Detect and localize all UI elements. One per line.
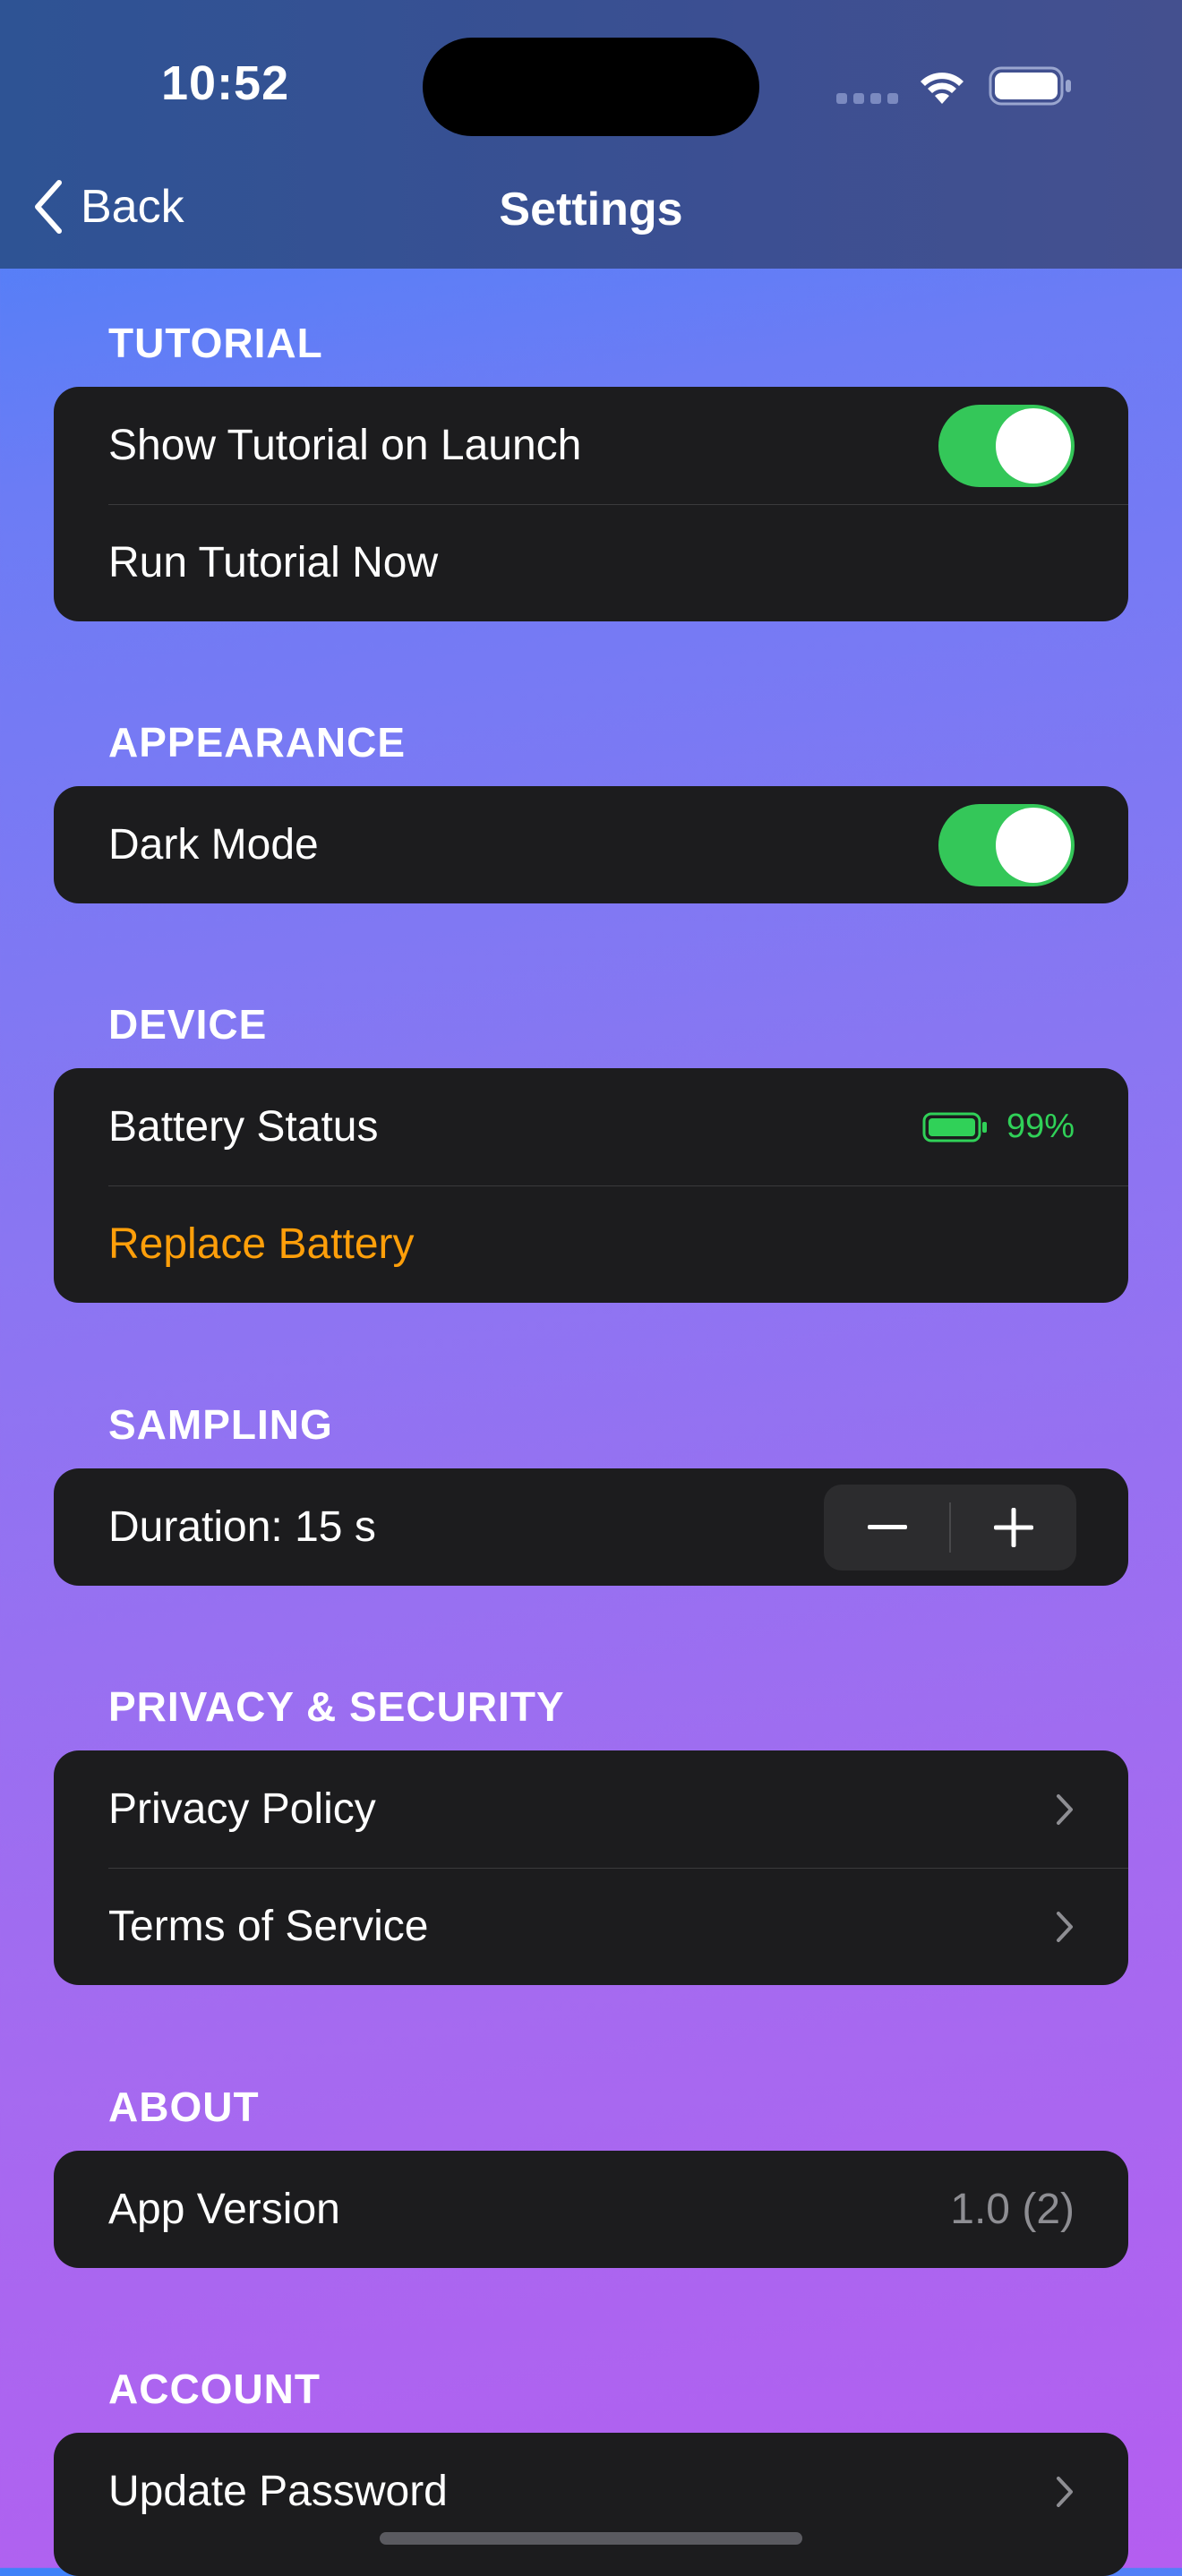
duration-label: Duration: 15 s: [108, 1503, 376, 1551]
wifi-icon: [921, 73, 964, 104]
section-header-device: DEVICE: [108, 1001, 268, 1048]
duration-row: Duration: 15 s: [54, 1468, 1128, 1586]
page-title: Settings: [499, 184, 683, 235]
status-time: 10:52: [161, 56, 290, 110]
app-version-value: 1.0 (2): [950, 2186, 1075, 2233]
privacy-policy-row[interactable]: Privacy Policy: [54, 1750, 1128, 1868]
section-header-sampling: SAMPLING: [108, 1401, 333, 1448]
battery-status-label: Battery Status: [108, 1103, 379, 1151]
battery-icon: [989, 66, 1071, 106]
terms-label: Terms of Service: [108, 1903, 429, 1950]
section-header-tutorial: TUTORIAL: [108, 320, 323, 366]
cellular-signal-icon: [836, 93, 899, 106]
update-password-label: Update Password: [108, 2468, 448, 2515]
section-header-about: ABOUT: [108, 2084, 260, 2130]
run-tutorial-label: Run Tutorial Now: [108, 539, 439, 586]
replace-battery-label: Replace Battery: [108, 1220, 415, 1268]
section-header-account: ACCOUNT: [108, 2366, 321, 2412]
section-header-privacy: PRIVACY & SECURITY: [108, 1683, 565, 1730]
chevron-right-icon: [1057, 1911, 1073, 1942]
battery-percent: 99%: [1006, 1108, 1075, 1145]
dark-mode-row: Dark Mode: [54, 786, 1128, 903]
replace-battery-row[interactable]: Replace Battery: [54, 1185, 1128, 1303]
battery-status-row: Battery Status 99%: [54, 1068, 1128, 1185]
about-card: App Version 1.0 (2): [54, 2151, 1128, 2268]
sampling-card: Duration: 15 s: [54, 1468, 1128, 1586]
dynamic-island: [423, 38, 759, 136]
account-card: Update Password: [54, 2433, 1128, 2576]
battery-level-icon: [922, 1112, 987, 1142]
run-tutorial-row[interactable]: Run Tutorial Now: [54, 504, 1128, 621]
battery-status-value: 99%: [922, 1108, 1075, 1146]
section-header-appearance: APPEARANCE: [108, 719, 407, 766]
minus-icon: [867, 1524, 907, 1529]
increment-button[interactable]: [950, 1485, 1076, 1570]
decrement-button[interactable]: [824, 1485, 950, 1570]
duration-stepper: [824, 1484, 1076, 1570]
app-version-label: App Version: [108, 2186, 340, 2233]
home-indicator[interactable]: [380, 2532, 802, 2545]
navigation-header: 10:52 Back Settings: [0, 0, 1182, 269]
app-version-row: App Version 1.0 (2): [54, 2151, 1128, 2268]
stepper-divider: [949, 1502, 951, 1553]
show-tutorial-label: Show Tutorial on Launch: [108, 422, 582, 469]
chevron-right-icon: [1057, 1793, 1073, 1825]
terms-row[interactable]: Terms of Service: [54, 1868, 1128, 1985]
toggle-knob: [996, 407, 1071, 484]
device-card: Battery Status 99% Replace Battery: [54, 1068, 1128, 1303]
privacy-card: Privacy Policy Terms of Service: [54, 1750, 1128, 1985]
privacy-policy-label: Privacy Policy: [108, 1785, 376, 1833]
plus-icon: [993, 1507, 1033, 1547]
dark-mode-label: Dark Mode: [108, 821, 319, 869]
dark-mode-toggle[interactable]: [938, 803, 1075, 886]
tutorial-card: Show Tutorial on Launch Run Tutorial Now: [54, 387, 1128, 621]
show-tutorial-toggle[interactable]: [938, 404, 1075, 487]
toggle-knob: [996, 807, 1071, 883]
chevron-right-icon: [1057, 2476, 1073, 2507]
appearance-card: Dark Mode: [54, 786, 1128, 903]
show-tutorial-row: Show Tutorial on Launch: [54, 387, 1128, 504]
